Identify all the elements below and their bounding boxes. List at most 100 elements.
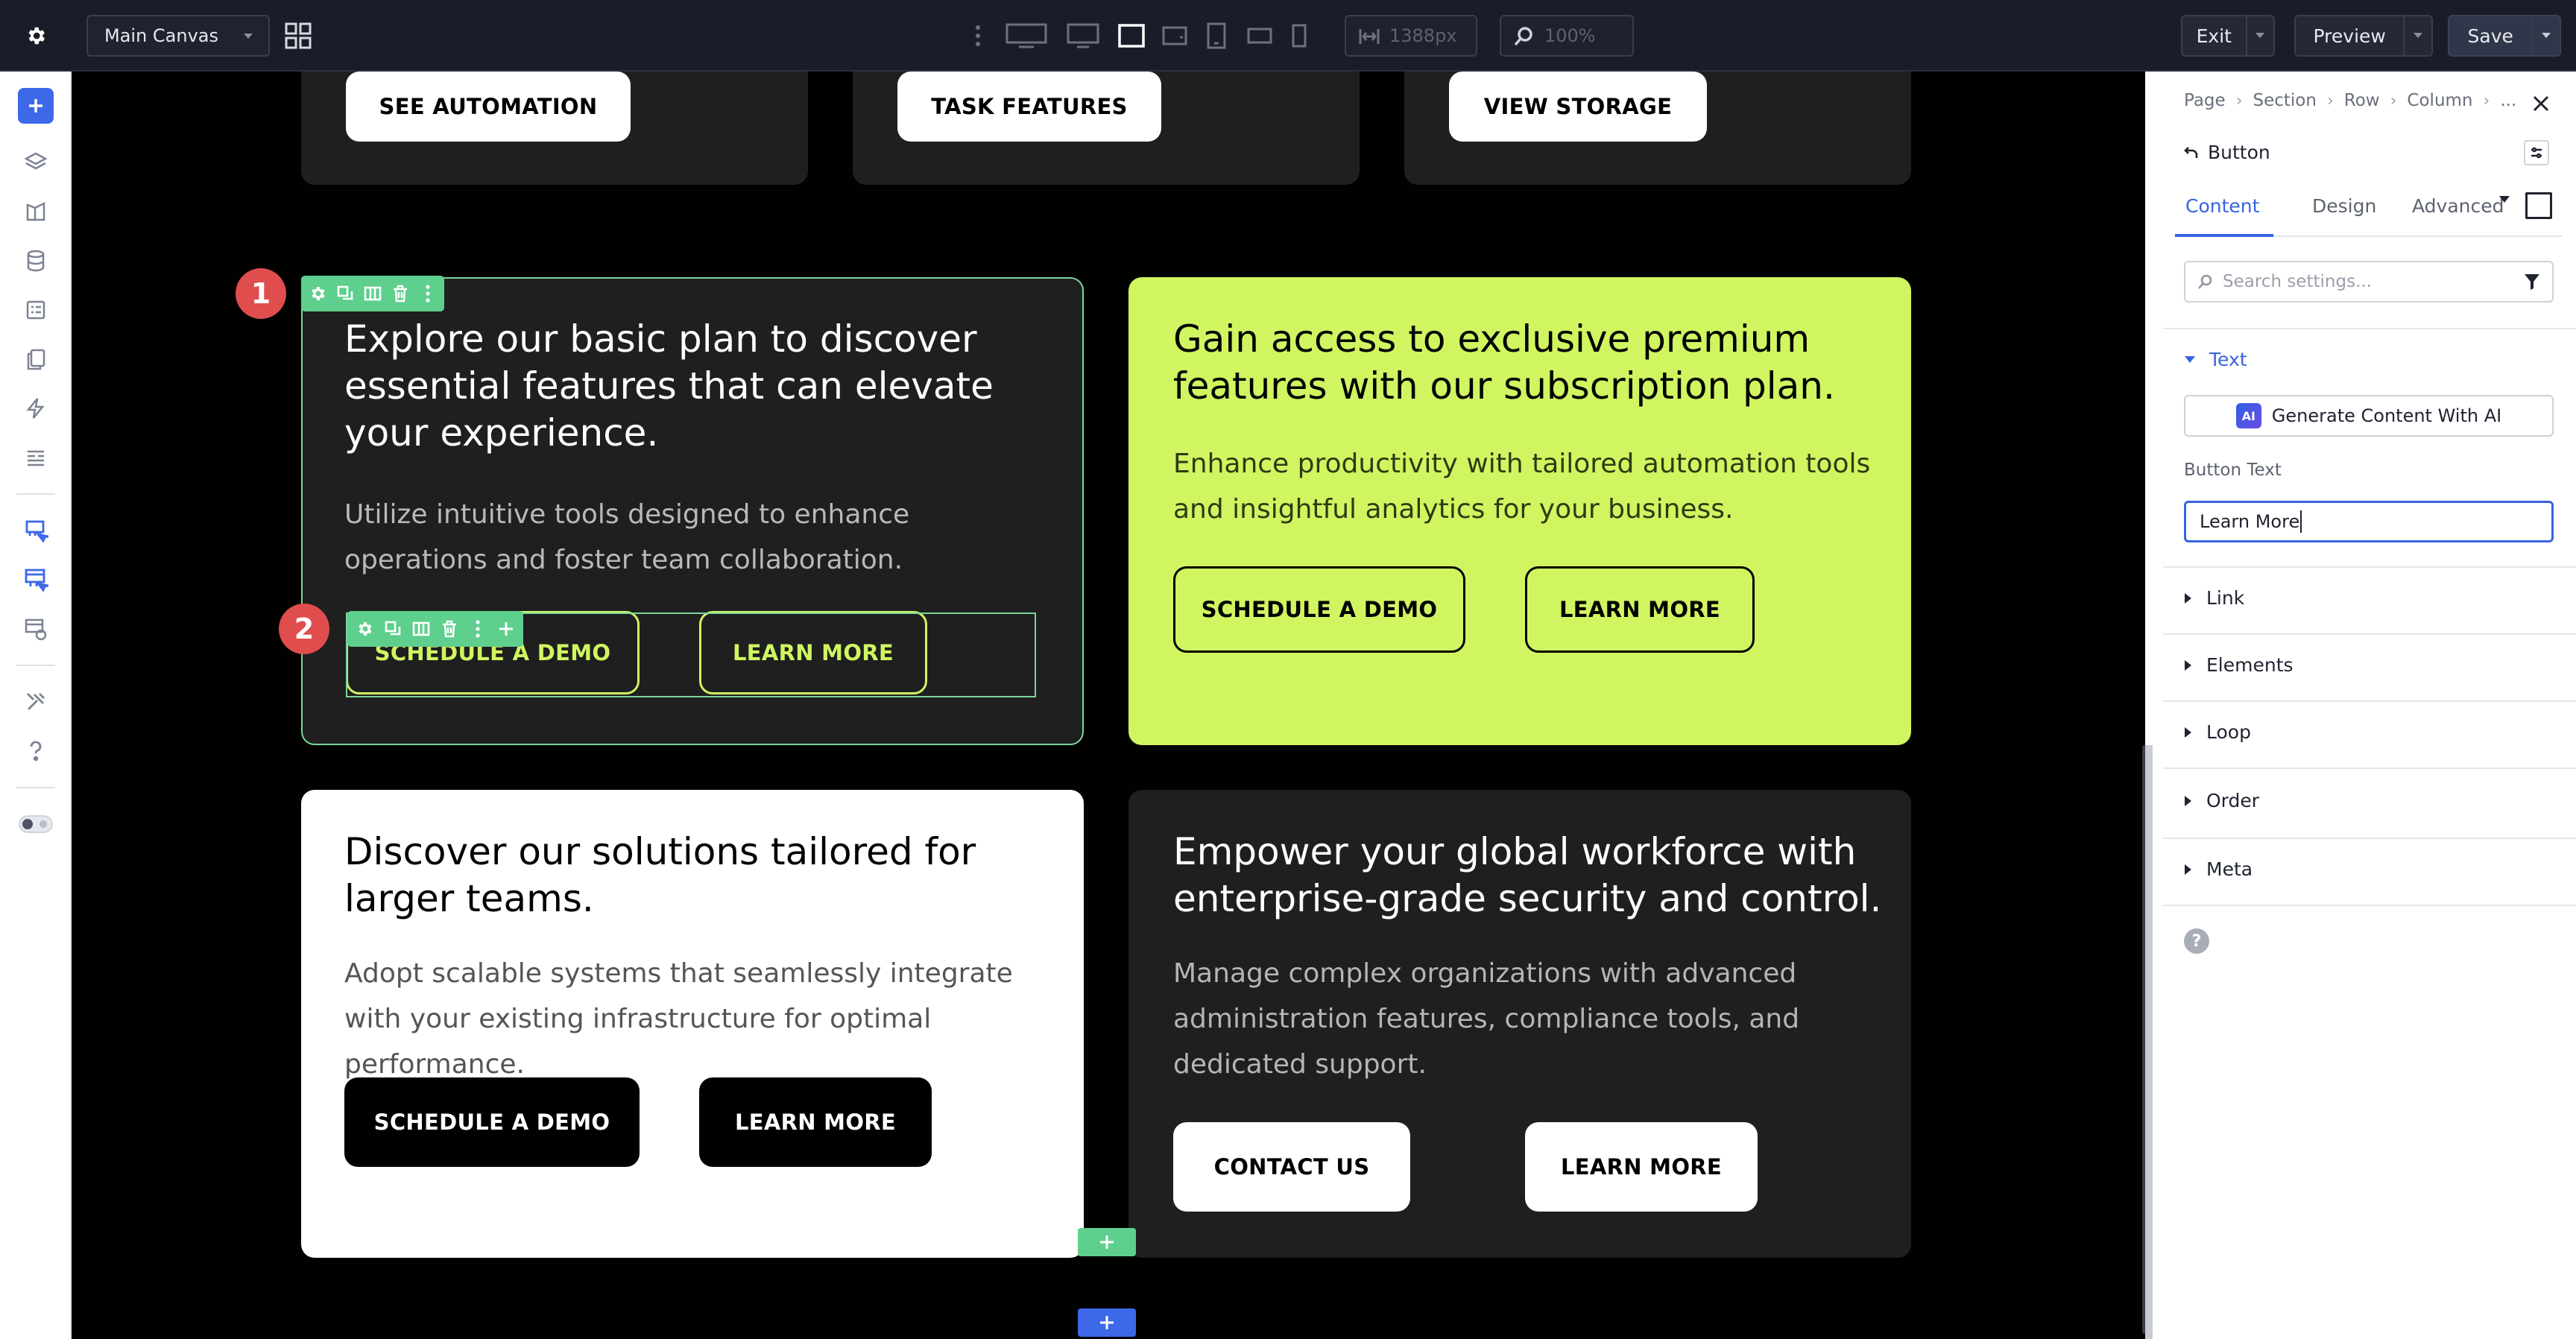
preview-button[interactable]: Preview — [2296, 16, 2403, 55]
preview-options-button[interactable] — [2403, 16, 2431, 55]
panel-scrollbar[interactable] — [2145, 745, 2153, 1339]
tab-advanced[interactable]: Advanced — [2412, 195, 2504, 217]
divider — [2163, 838, 2576, 839]
element-options-icon[interactable] — [2524, 140, 2549, 165]
search-icon — [2198, 274, 2212, 289]
duplicate-icon[interactable] — [382, 617, 404, 641]
add-section-button[interactable] — [1078, 1308, 1136, 1337]
divider — [2163, 633, 2576, 635]
chevron-right-icon: › — [2326, 91, 2334, 110]
breadcrumb-section[interactable]: Section — [2253, 91, 2317, 110]
phone-landscape-icon[interactable] — [1245, 19, 1275, 52]
tablet-landscape-icon[interactable] — [1160, 19, 1190, 52]
button-text-input[interactable]: Learn More — [2184, 501, 2554, 542]
forms-icon[interactable] — [18, 292, 54, 328]
saved-sections-icon[interactable] — [18, 513, 54, 548]
chevron-down-icon — [244, 34, 253, 39]
help-icon[interactable]: ? — [2184, 928, 2209, 954]
back-arrow-icon[interactable] — [2184, 145, 2199, 160]
theme-builder-icon[interactable] — [18, 194, 54, 230]
add-module-plus-icon[interactable] — [495, 617, 517, 641]
schedule-demo-button[interactable]: SCHEDULE A DEMO — [1173, 566, 1465, 653]
caret-down-icon — [2185, 355, 2195, 363]
settings-gear-icon[interactable] — [353, 617, 376, 641]
layout-rows-icon[interactable] — [18, 440, 54, 475]
marker-badge-1: 1 — [236, 268, 286, 319]
mode-toggle[interactable] — [18, 806, 54, 842]
tools-icon[interactable] — [18, 684, 54, 720]
section-toggle-text[interactable]: Text — [2184, 349, 2247, 370]
enterprise-plan-card[interactable]: Empower your global workforce with enter… — [1128, 790, 1911, 1258]
preset-toggle-icon[interactable] — [2525, 192, 2552, 219]
laptop-device-icon-active[interactable] — [1115, 19, 1148, 52]
section-toggle-link[interactable]: Link — [2184, 587, 2244, 609]
add-row-button[interactable] — [1078, 1228, 1136, 1256]
learn-more-button[interactable]: LEARN MORE — [699, 1077, 932, 1167]
more-vertical-icon[interactable] — [467, 617, 489, 641]
section-toggle-elements[interactable]: Elements — [2184, 654, 2294, 676]
pages-icon[interactable] — [18, 341, 54, 377]
filter-icon[interactable] — [2524, 273, 2540, 291]
grid-layout-icon[interactable] — [282, 19, 315, 52]
builder-canvas[interactable]: SEE AUTOMATION TASK FEATURES VIEW STORAG… — [72, 72, 2145, 1339]
generate-ai-content-button[interactable]: AI Generate Content With AI — [2184, 395, 2554, 437]
premium-plan-card[interactable]: Gain access to exclusive premium feature… — [1128, 277, 1911, 745]
library-icon[interactable] — [18, 611, 54, 647]
trash-icon[interactable] — [389, 282, 411, 306]
chevron-down-icon[interactable] — [2498, 195, 2510, 204]
trash-icon[interactable] — [438, 617, 461, 641]
breadcrumb-column[interactable]: Column — [2407, 91, 2472, 110]
exit-options-button[interactable] — [2245, 16, 2273, 55]
section-toggle-order[interactable]: Order — [2184, 790, 2259, 811]
ai-button-label: Generate Content With AI — [2271, 405, 2502, 426]
columns-layout-icon[interactable] — [362, 282, 384, 306]
section-label: Link — [2206, 587, 2245, 609]
database-icon[interactable] — [18, 243, 54, 279]
view-storage-button[interactable]: VIEW STORAGE — [1449, 72, 1707, 142]
widescreen-device-icon[interactable] — [1003, 19, 1049, 52]
canvas-select-value: Main Canvas — [104, 25, 219, 46]
caret-right-icon — [2185, 659, 2191, 671]
settings-search-input[interactable]: Search settings... — [2184, 261, 2554, 303]
breadcrumb-page[interactable]: Page — [2184, 91, 2226, 110]
settings-gear-icon[interactable] — [15, 16, 57, 55]
see-automation-button[interactable]: SEE AUTOMATION — [346, 72, 631, 142]
breadcrumb-more[interactable]: ... — [2500, 91, 2516, 110]
teams-plan-card[interactable]: Discover our solutions tailored for larg… — [301, 790, 1084, 1258]
help-question-icon[interactable] — [18, 733, 54, 769]
save-button[interactable]: Save — [2449, 16, 2531, 55]
settings-gear-icon[interactable] — [307, 282, 329, 306]
save-options-button[interactable] — [2531, 16, 2560, 55]
tab-content[interactable]: Content — [2185, 195, 2259, 217]
canvas-select[interactable]: Main Canvas — [86, 15, 270, 57]
learn-more-button[interactable]: LEARN MORE — [1525, 1122, 1758, 1212]
add-element-button[interactable] — [18, 88, 54, 124]
search-zoom-icon — [1514, 27, 1532, 46]
canvas-width-input[interactable]: 1388px — [1345, 15, 1477, 57]
layers-icon[interactable] — [18, 145, 54, 180]
zoom-input[interactable]: 100% — [1500, 15, 1634, 57]
exit-button[interactable]: Exit — [2182, 16, 2246, 55]
section-toggle-loop[interactable]: Loop — [2184, 721, 2251, 743]
global-modules-icon[interactable] — [18, 562, 54, 598]
tab-design[interactable]: Design — [2312, 195, 2376, 217]
duplicate-icon[interactable] — [335, 282, 356, 306]
button-text-value: Learn More — [2200, 511, 2300, 532]
width-arrows-icon — [1359, 29, 1380, 44]
more-vertical-icon[interactable] — [969, 19, 987, 52]
close-icon[interactable] — [2531, 94, 2551, 113]
task-features-button[interactable]: TASK FEATURES — [897, 72, 1161, 142]
learn-more-button[interactable]: LEARN MORE — [1525, 566, 1755, 653]
schedule-demo-button[interactable]: SCHEDULE A DEMO — [344, 1077, 640, 1167]
contact-us-button[interactable]: CONTACT US — [1173, 1122, 1410, 1212]
breadcrumb-row[interactable]: Row — [2344, 91, 2380, 110]
section-toggle-meta[interactable]: Meta — [2184, 858, 2253, 880]
card-text: Manage complex organizations with advanc… — [1173, 958, 1800, 1080]
desktop-device-icon[interactable] — [1064, 19, 1102, 52]
tablet-portrait-icon[interactable] — [1203, 19, 1230, 52]
divider — [2163, 767, 2576, 769]
lightning-icon[interactable] — [18, 390, 54, 426]
phone-portrait-icon[interactable] — [1288, 19, 1310, 52]
columns-layout-icon[interactable] — [410, 617, 432, 641]
more-vertical-icon[interactable] — [417, 282, 438, 306]
